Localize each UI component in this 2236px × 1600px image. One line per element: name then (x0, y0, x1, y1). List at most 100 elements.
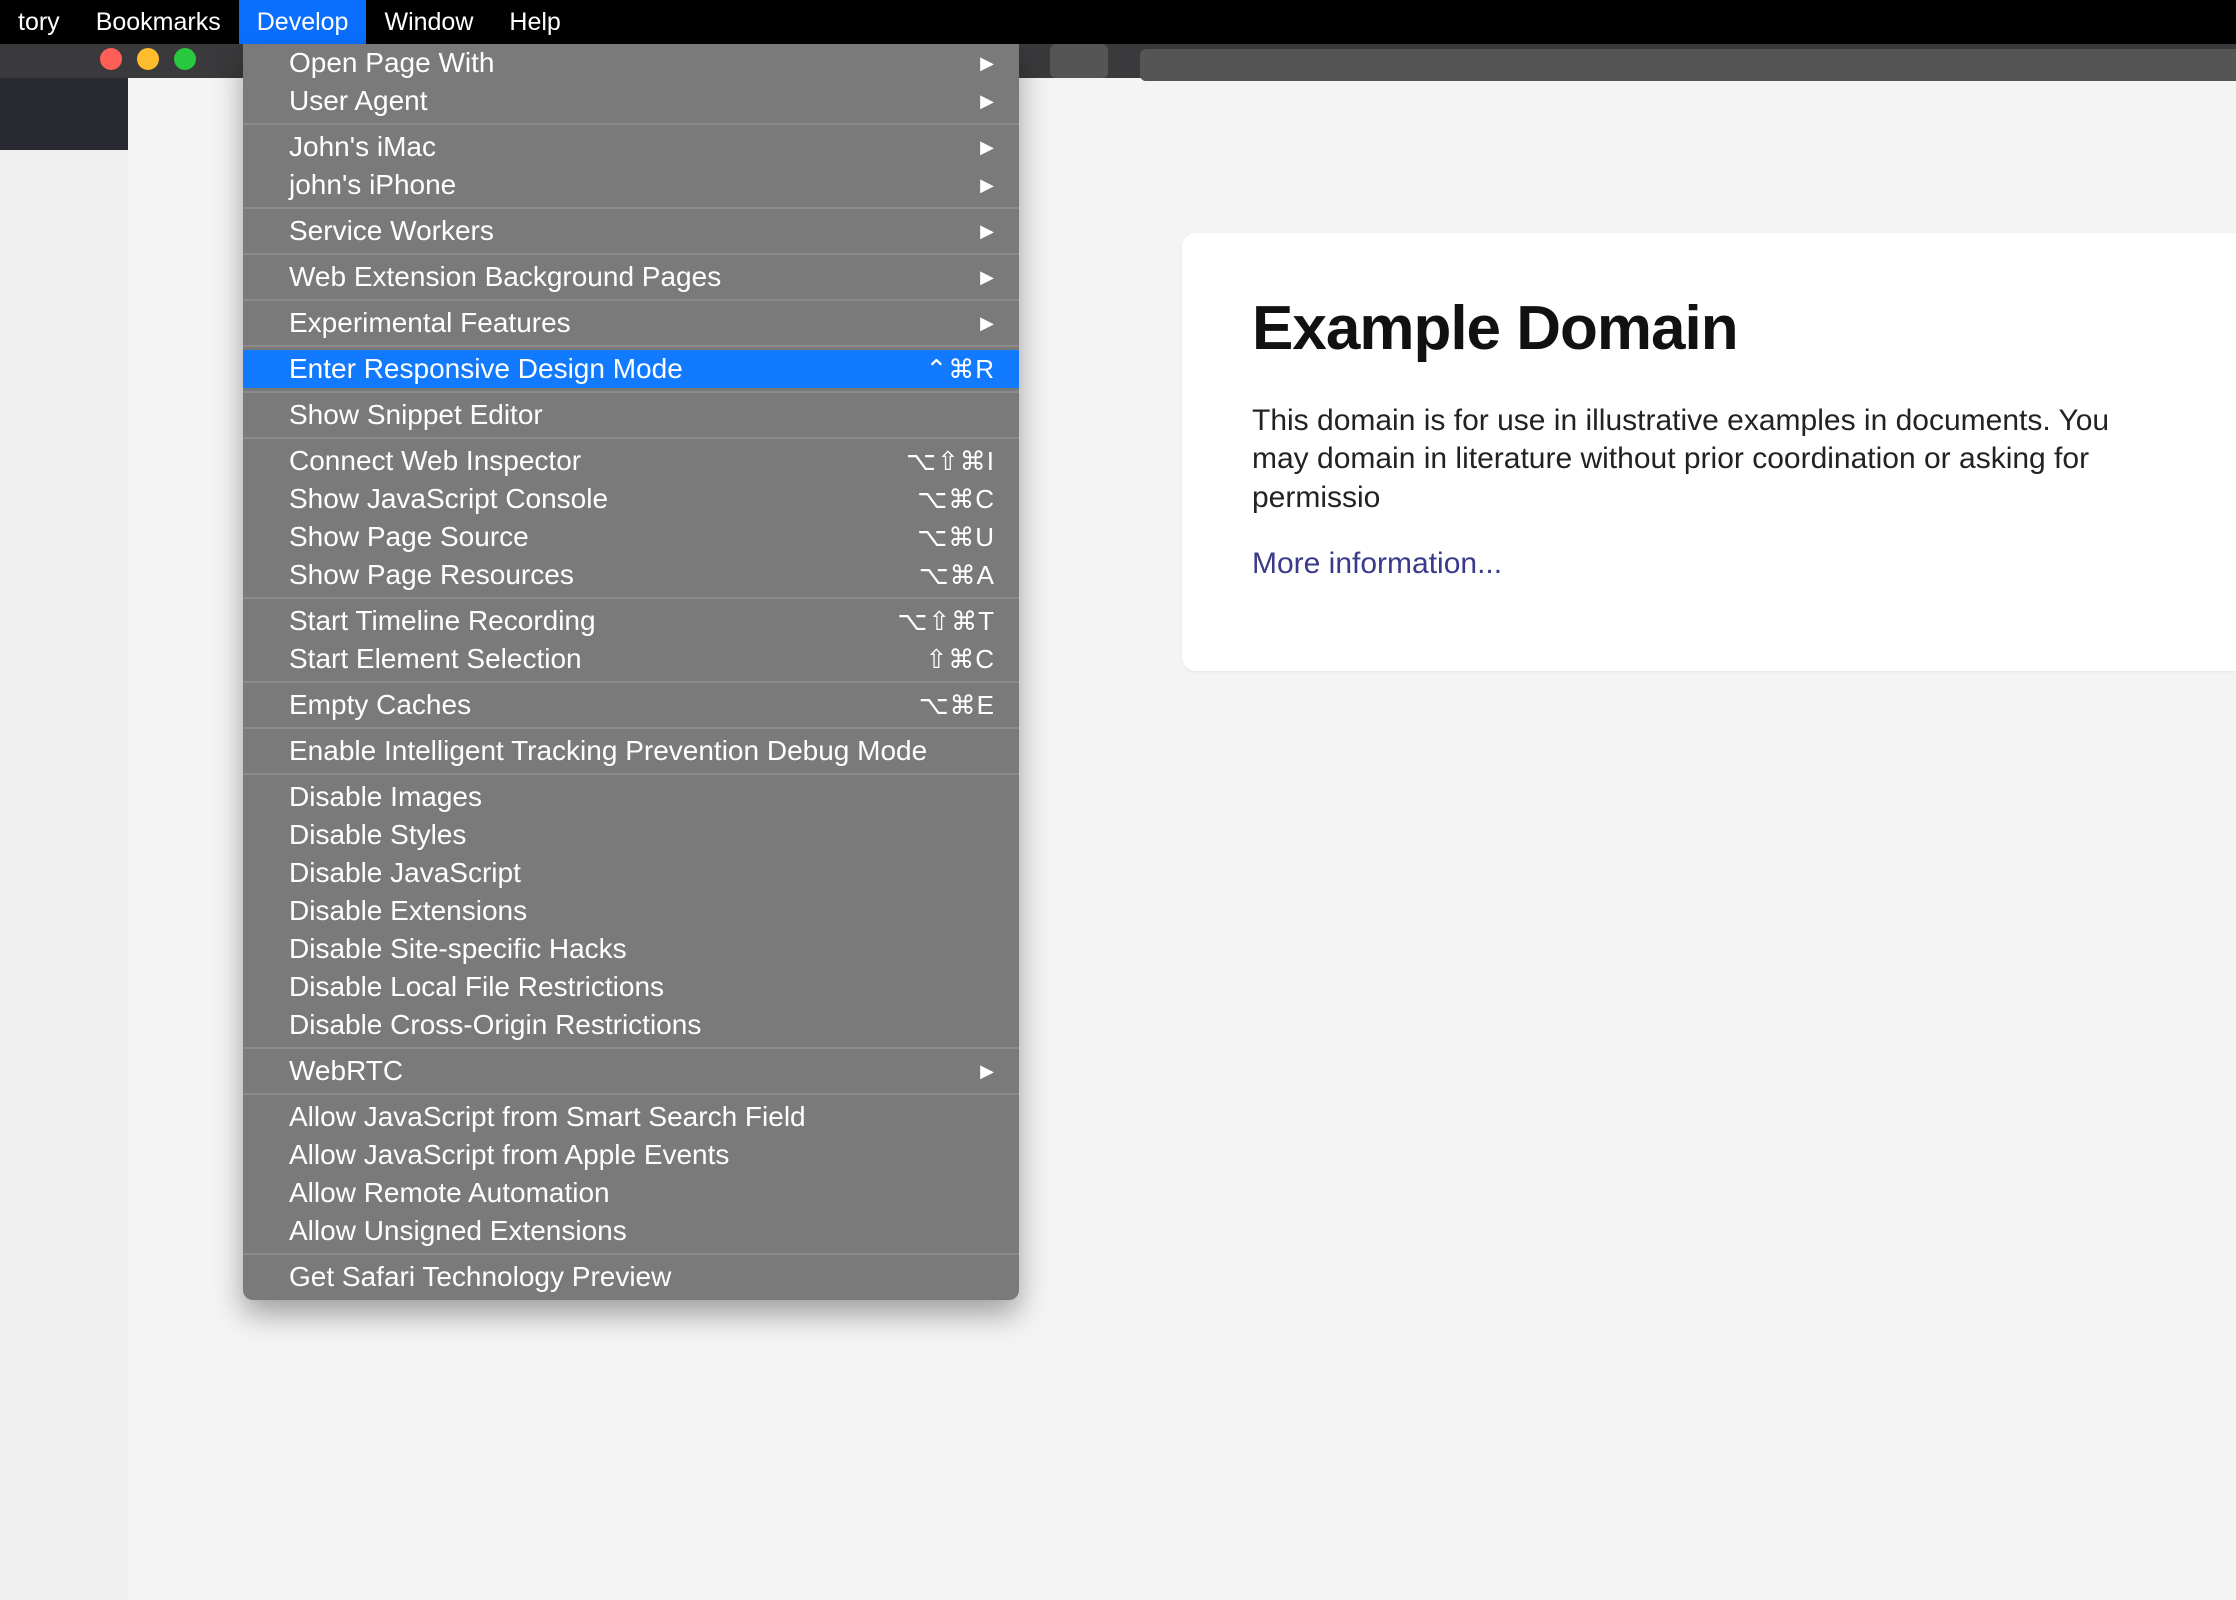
menu-item[interactable]: Allow Remote Automation (243, 1174, 1019, 1212)
menu-item[interactable]: Disable Extensions (243, 892, 1019, 930)
menu-item[interactable]: User Agent ▶ (243, 82, 1019, 120)
more-information-link[interactable]: More information... (1252, 547, 1502, 580)
menu-develop[interactable]: Develop (239, 0, 367, 44)
menu-bookmarks[interactable]: Bookmarks (78, 0, 239, 44)
menu-item-label: Empty Caches (289, 689, 471, 721)
minimize-window-icon[interactable] (137, 48, 159, 70)
submenu-arrow-icon: ▶ (980, 137, 995, 158)
menu-item-label: Start Timeline Recording (289, 605, 596, 637)
menu-item-label: Enable Intelligent Tracking Prevention D… (289, 735, 927, 767)
menu-item[interactable]: Connect Web Inspector⌥⇧⌘I (243, 442, 1019, 480)
menu-item[interactable]: Enter Responsive Design Mode ⌃⌘R (243, 350, 1019, 388)
menu-separator (243, 207, 1019, 209)
menu-separator (243, 773, 1019, 775)
menu-item-label: Start Element Selection (289, 643, 582, 675)
menu-item[interactable]: Allow JavaScript from Smart Search Field (243, 1098, 1019, 1136)
page-title: Example Domain (1252, 293, 2166, 364)
menu-item[interactable]: Allow JavaScript from Apple Events (243, 1136, 1019, 1174)
menu-item-label: Get Safari Technology Preview (289, 1261, 671, 1293)
menu-item-label: Disable Extensions (289, 895, 527, 927)
menu-item-shortcut: ⇧⌘C (925, 644, 995, 675)
menu-item-label: Disable Images (289, 781, 482, 813)
submenu-arrow-icon: ▶ (980, 313, 995, 334)
menu-item-label: Disable Cross-Origin Restrictions (289, 1009, 701, 1041)
menu-item[interactable]: Disable Local File Restrictions (243, 968, 1019, 1006)
menu-item-label: Allow JavaScript from Smart Search Field (289, 1101, 806, 1133)
menu-item-label: Allow Remote Automation (289, 1177, 610, 1209)
menu-item-label: Service Workers (289, 215, 494, 247)
menu-item-label: Open Page With (289, 47, 494, 79)
menu-separator (243, 681, 1019, 683)
menu-item[interactable]: Experimental Features ▶ (243, 304, 1019, 342)
menu-separator (243, 391, 1019, 393)
menu-help[interactable]: Help (491, 0, 578, 44)
submenu-arrow-icon: ▶ (980, 267, 995, 288)
menu-item-label: Show Page Resources (289, 559, 574, 591)
downloads-button[interactable] (1050, 44, 1108, 78)
menu-separator (243, 597, 1019, 599)
menu-item[interactable]: Show Page Resources ⌥⌘A (243, 556, 1019, 594)
menu-item[interactable]: Get Safari Technology Preview (243, 1258, 1019, 1296)
menu-item-shortcut: ⌥⌘C (917, 484, 995, 515)
menu-item-label: Show Snippet Editor (289, 399, 543, 431)
submenu-arrow-icon: ▶ (980, 91, 995, 112)
menu-item-label: Experimental Features (289, 307, 571, 339)
menu-window[interactable]: Window (366, 0, 491, 44)
menu-item-label: Enter Responsive Design Mode (289, 353, 683, 385)
menu-item-shortcut: ⌥⇧⌘T (897, 606, 995, 637)
traffic-lights (100, 48, 196, 70)
menu-separator (243, 345, 1019, 347)
menu-item[interactable]: Start Element Selection ⇧⌘C (243, 640, 1019, 678)
submenu-arrow-icon: ▶ (980, 175, 995, 196)
menu-item-shortcut: ⌥⌘E (919, 690, 995, 721)
menu-separator (243, 437, 1019, 439)
page-paragraph: This domain is for use in illustrative e… (1252, 402, 2166, 517)
menu-item[interactable]: Disable Site-specific Hacks (243, 930, 1019, 968)
submenu-arrow-icon: ▶ (980, 1061, 995, 1082)
menu-item[interactable]: Empty Caches ⌥⌘E (243, 686, 1019, 724)
menu-item-label: Allow Unsigned Extensions (289, 1215, 627, 1247)
page-content-card: Example Domain This domain is for use in… (1182, 233, 2236, 671)
maximize-window-icon[interactable] (174, 48, 196, 70)
menu-item[interactable]: John's iMac ▶ (243, 128, 1019, 166)
menu-item[interactable]: Disable JavaScript (243, 854, 1019, 892)
menu-item[interactable]: Open Page With ▶ (243, 44, 1019, 82)
menu-item-shortcut: ⌃⌘R (925, 354, 995, 385)
menu-item[interactable]: Disable Styles (243, 816, 1019, 854)
menu-item-label: John's iMac (289, 131, 436, 163)
menu-item[interactable]: john's iPhone ▶ (243, 166, 1019, 204)
menu-item-label: Show Page Source (289, 521, 529, 553)
menu-item-label: Web Extension Background Pages (289, 261, 721, 293)
menu-item-shortcut: ⌥⌘U (917, 522, 995, 553)
menu-item[interactable]: WebRTC▶ (243, 1052, 1019, 1090)
menu-separator (243, 299, 1019, 301)
menu-separator (243, 1253, 1019, 1255)
menu-history[interactable]: tory (0, 0, 78, 44)
menu-item-label: Show JavaScript Console (289, 483, 608, 515)
menu-separator (243, 1093, 1019, 1095)
menu-item[interactable]: Allow Unsigned Extensions (243, 1212, 1019, 1250)
menu-item-label: Disable JavaScript (289, 857, 521, 889)
url-bar[interactable] (1140, 49, 2236, 81)
menu-item[interactable]: Start Timeline Recording ⌥⇧⌘T (243, 602, 1019, 640)
close-window-icon[interactable] (100, 48, 122, 70)
menu-item[interactable]: Disable Cross-Origin Restrictions (243, 1006, 1019, 1044)
menu-item-label: Disable Local File Restrictions (289, 971, 664, 1003)
menu-item[interactable]: Show Snippet Editor (243, 396, 1019, 434)
menu-item-label: Allow JavaScript from Apple Events (289, 1139, 729, 1171)
menu-item[interactable]: Show JavaScript Console ⌥⌘C (243, 480, 1019, 518)
menu-item-label: Disable Site-specific Hacks (289, 933, 627, 965)
menu-item-label: Connect Web Inspector (289, 445, 581, 477)
menu-item[interactable]: Service Workers ▶ (243, 212, 1019, 250)
menu-item[interactable]: Enable Intelligent Tracking Prevention D… (243, 732, 1019, 770)
menu-item[interactable]: Web Extension Background Pages ▶ (243, 258, 1019, 296)
menu-separator (243, 1047, 1019, 1049)
menu-item[interactable]: Show Page Source ⌥⌘U (243, 518, 1019, 556)
submenu-arrow-icon: ▶ (980, 53, 995, 74)
submenu-arrow-icon: ▶ (980, 221, 995, 242)
menu-item-label: john's iPhone (289, 169, 456, 201)
menu-item-label: User Agent (289, 85, 428, 117)
menu-separator (243, 123, 1019, 125)
menu-item[interactable]: Disable Images (243, 778, 1019, 816)
menu-item-shortcut: ⌥⌘A (919, 560, 995, 591)
